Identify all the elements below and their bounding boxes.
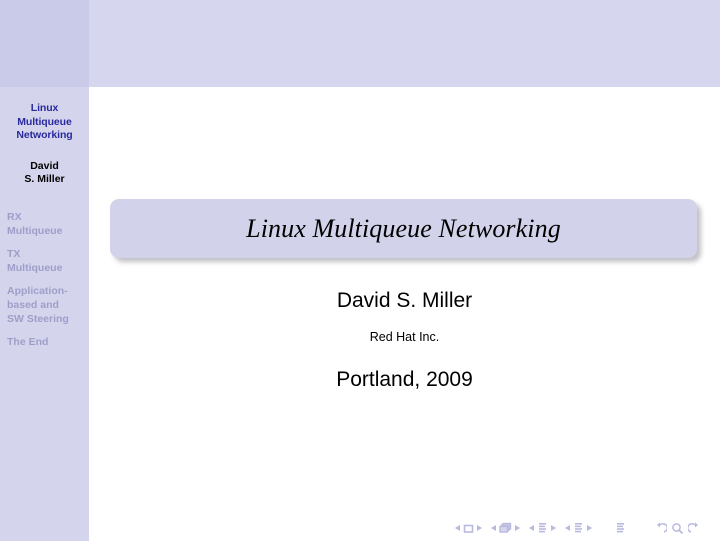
sidebar-title-line-1: Linux bbox=[30, 102, 59, 114]
page-title: Linux Multiqueue Networking bbox=[246, 213, 561, 243]
sidebar-item-tx-multiqueue[interactable]: TX Multiqueue bbox=[7, 248, 86, 275]
slide-stack-icon[interactable] bbox=[499, 522, 512, 534]
next-subsection-icon[interactable] bbox=[551, 525, 556, 531]
prev-section-icon[interactable] bbox=[565, 525, 570, 531]
sidebar-item-rx-multiqueue[interactable]: RX Multiqueue bbox=[7, 211, 86, 238]
presentation-slide: Linux Multiqueue Networking David S. Mil… bbox=[0, 0, 720, 541]
document-icon[interactable] bbox=[615, 522, 626, 534]
sidebar-item-rx-line-1: RX bbox=[7, 210, 22, 223]
author-name: David S. Miller bbox=[336, 289, 473, 312]
sidebar-item-application-based-sw-steering[interactable]: Application- based and SW Steering bbox=[7, 285, 86, 326]
sidebar-item-app-line-1: Application- bbox=[7, 285, 68, 298]
prev-frame-icon[interactable] bbox=[455, 525, 460, 531]
sidebar-item-tx-line-2: Multiqueue bbox=[7, 261, 63, 274]
frame-icon[interactable] bbox=[463, 523, 474, 534]
sidebar-item-tx-line-1: TX bbox=[7, 248, 21, 261]
nav-group-slide bbox=[491, 522, 520, 534]
sidebar-header-block bbox=[0, 0, 89, 87]
next-section-icon[interactable] bbox=[587, 525, 592, 531]
sidebar-item-the-end-line-1: The End bbox=[7, 336, 49, 349]
sidebar-author-line-2: S. Miller bbox=[24, 173, 65, 186]
prev-subsection-icon[interactable] bbox=[529, 525, 534, 531]
sidebar-item-app-line-3: SW Steering bbox=[7, 312, 69, 325]
nav-tail-group bbox=[650, 522, 701, 535]
back-icon[interactable] bbox=[654, 522, 668, 535]
slide-header-band bbox=[89, 0, 720, 87]
title-box: Linux Multiqueue Networking bbox=[110, 199, 697, 258]
presentation-date: Portland, 2009 bbox=[336, 368, 473, 391]
author-affiliation: Red Hat Inc. bbox=[369, 330, 440, 344]
sidebar-section-list: RX Multiqueue TX Multiqueue Application-… bbox=[0, 211, 89, 350]
search-icon[interactable] bbox=[671, 522, 684, 535]
sidebar-item-the-end[interactable]: The End bbox=[7, 336, 86, 350]
sidebar-title-line-3: Networking bbox=[16, 129, 73, 142]
section-icon[interactable] bbox=[573, 522, 584, 534]
sidebar-author[interactable]: David S. Miller bbox=[0, 160, 89, 187]
prev-slide-icon[interactable] bbox=[491, 525, 496, 531]
author-block: David S. Miller Red Hat Inc. Portland, 2… bbox=[89, 288, 720, 393]
next-slide-icon[interactable] bbox=[515, 525, 520, 531]
nav-group-frame bbox=[455, 523, 482, 534]
sidebar-title-line-2: Multiqueue bbox=[17, 115, 72, 128]
sidebar: Linux Multiqueue Networking David S. Mil… bbox=[0, 0, 89, 541]
nav-group-subsection bbox=[529, 522, 556, 534]
next-frame-icon[interactable] bbox=[477, 525, 482, 531]
forward-icon[interactable] bbox=[687, 522, 701, 535]
sidebar-author-line-1: David bbox=[30, 159, 59, 172]
subsection-icon[interactable] bbox=[537, 522, 548, 534]
sidebar-item-rx-line-2: Multiqueue bbox=[7, 224, 63, 237]
sidebar-content: Linux Multiqueue Networking David S. Mil… bbox=[0, 87, 89, 360]
title-box-container: Linux Multiqueue Networking bbox=[110, 199, 697, 258]
sidebar-presentation-title[interactable]: Linux Multiqueue Networking bbox=[0, 102, 89, 143]
nav-group-section bbox=[565, 522, 592, 534]
sidebar-item-app-line-2: based and bbox=[7, 298, 59, 311]
navigation-bar bbox=[455, 519, 701, 537]
